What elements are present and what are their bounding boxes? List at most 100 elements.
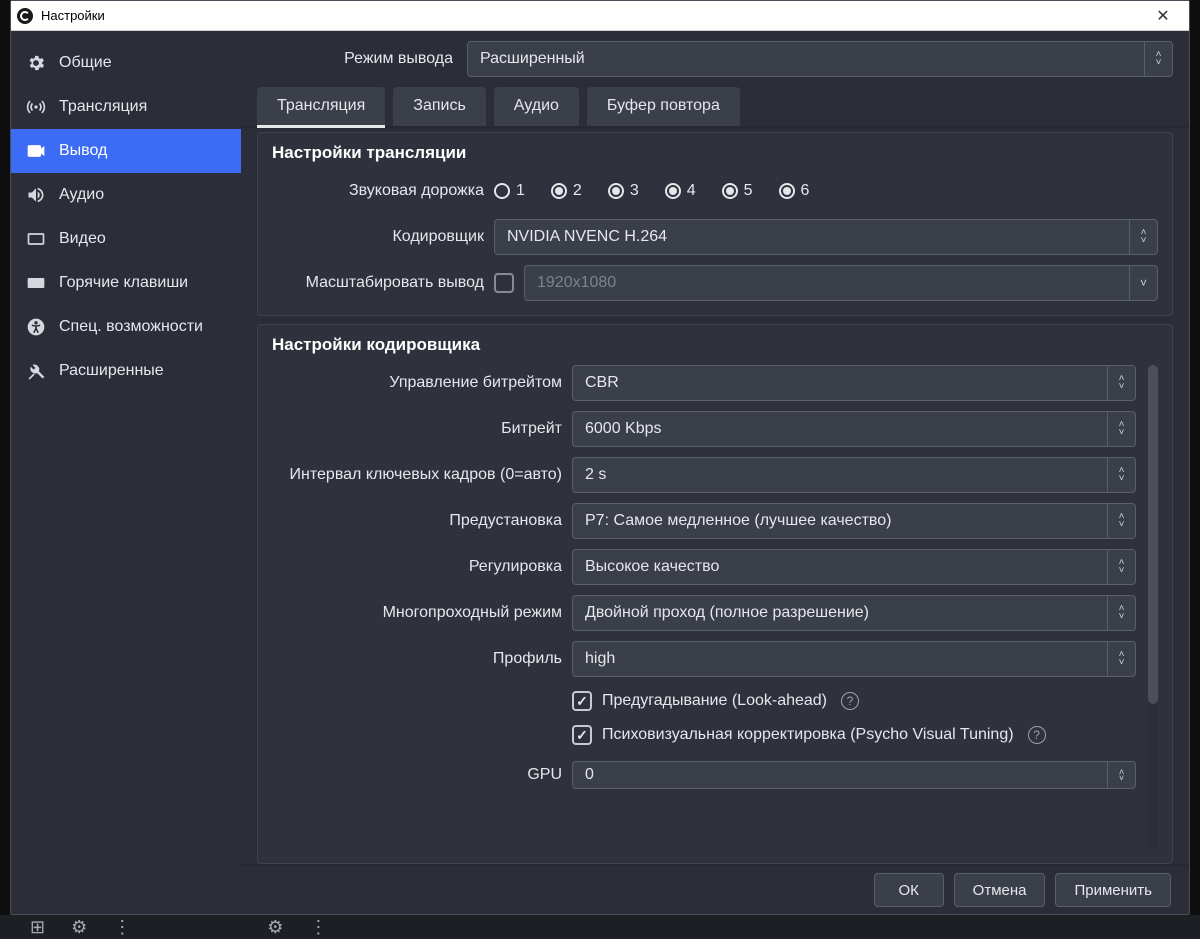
- sidebar-item-hotkeys[interactable]: Горячие клавиши: [11, 261, 241, 305]
- tab-streaming[interactable]: Трансляция: [257, 87, 385, 128]
- output-mode-label: Режим вывода: [257, 50, 467, 68]
- rate-control-select[interactable]: CBR ˄˅: [572, 365, 1136, 401]
- streaming-settings-group: Настройки трансляции Звуковая дорожка 1 …: [257, 132, 1173, 316]
- psycho-row: Психовизуальная корректировка (Psycho Vi…: [272, 721, 1136, 749]
- spinner-updown-icon: ˄˅: [1107, 458, 1135, 492]
- sidebar-item-label: Трансляция: [59, 98, 147, 116]
- rate-control-label: Управление битрейтом: [272, 374, 572, 392]
- gpu-row: GPU 0 ˄˅: [272, 757, 1136, 793]
- sidebar-item-label: Видео: [59, 230, 106, 248]
- video-icon: [25, 228, 47, 250]
- tuning-select[interactable]: Высокое качество ˄˅: [572, 549, 1136, 585]
- streaming-settings-title: Настройки трансляции: [272, 143, 1158, 163]
- bitrate-spinner[interactable]: 6000 Kbps ˄˅: [572, 411, 1136, 447]
- output-mode-value: Расширенный: [480, 50, 585, 68]
- spinner-updown-icon: ˄˅: [1107, 762, 1135, 788]
- rescale-row: Масштабировать вывод 1920x1080 ˅: [272, 265, 1158, 301]
- rescale-placeholder: 1920x1080: [537, 274, 616, 292]
- rescale-select[interactable]: 1920x1080 ˅: [524, 265, 1158, 301]
- cancel-button[interactable]: Отмена: [954, 873, 1046, 907]
- sidebar-item-stream[interactable]: Трансляция: [11, 85, 241, 129]
- encoder-settings-group: Настройки кодировщика Управление битрейт…: [257, 324, 1173, 864]
- profile-select[interactable]: high ˄˅: [572, 641, 1136, 677]
- output-tabs: Трансляция Запись Аудио Буфер повтора: [241, 83, 1189, 128]
- chevron-updown-icon: ˄˅: [1107, 642, 1135, 676]
- titlebar: Настройки ✕: [11, 1, 1189, 31]
- profile-label: Профиль: [272, 650, 572, 668]
- audio-track-3[interactable]: 3: [608, 182, 639, 200]
- sidebar: Общие Трансляция Вывод Аудио Видео Горяч…: [11, 31, 241, 914]
- settings-window: Настройки ✕ Общие Трансляция Вывод Аудио: [10, 0, 1190, 915]
- output-icon: [25, 140, 47, 162]
- gpu-label: GPU: [272, 766, 572, 784]
- multipass-label: Многопроходный режим: [272, 604, 572, 622]
- sidebar-item-label: Расширенные: [59, 362, 164, 380]
- output-mode-row: Режим вывода Расширенный ˄˅: [241, 31, 1189, 83]
- scroll-thumb[interactable]: [1148, 365, 1158, 704]
- sidebar-item-accessibility[interactable]: Спец. возможности: [11, 305, 241, 349]
- chevron-updown-icon: ˄˅: [1107, 504, 1135, 538]
- sidebar-item-general[interactable]: Общие: [11, 41, 241, 85]
- window-title: Настройки: [41, 8, 105, 23]
- encoder-scrollbar[interactable]: [1148, 365, 1158, 849]
- rescale-checkbox[interactable]: [494, 273, 514, 293]
- psycho-checkbox[interactable]: [572, 725, 592, 745]
- preset-select[interactable]: P7: Самое медленное (лучшее качество) ˄˅: [572, 503, 1136, 539]
- main-panel: Режим вывода Расширенный ˄˅ Трансляция З…: [241, 31, 1189, 914]
- spinner-updown-icon: ˄˅: [1107, 412, 1135, 446]
- keyboard-icon: [25, 272, 47, 294]
- chevron-updown-icon: ˄˅: [1107, 550, 1135, 584]
- bitrate-label: Битрейт: [272, 420, 572, 438]
- apply-button[interactable]: Применить: [1055, 873, 1171, 907]
- chevron-updown-icon: ˄˅: [1107, 596, 1135, 630]
- ok-button[interactable]: ОК: [874, 873, 944, 907]
- dialog-footer: ОК Отмена Применить: [241, 864, 1189, 914]
- preset-label: Предустановка: [272, 512, 572, 530]
- sidebar-item-advanced[interactable]: Расширенные: [11, 349, 241, 393]
- audio-track-4[interactable]: 4: [665, 182, 696, 200]
- audio-track-1[interactable]: 1: [494, 182, 525, 200]
- tuning-label: Регулировка: [272, 558, 572, 576]
- audio-track-6[interactable]: 6: [779, 182, 810, 200]
- close-button[interactable]: ✕: [1143, 1, 1183, 30]
- keyint-row: Интервал ключевых кадров (0=авто) 2 s ˄˅: [272, 457, 1136, 493]
- sidebar-item-audio[interactable]: Аудио: [11, 173, 241, 217]
- multipass-select[interactable]: Двойной проход (полное разрешение) ˄˅: [572, 595, 1136, 631]
- bottom-icon: ⋮: [309, 917, 327, 938]
- tools-icon: [25, 360, 47, 382]
- chevron-down-icon: ˅: [1129, 266, 1157, 300]
- audio-track-2[interactable]: 2: [551, 182, 582, 200]
- tuning-row: Регулировка Высокое качество ˄˅: [272, 549, 1136, 585]
- rate-control-row: Управление битрейтом CBR ˄˅: [272, 365, 1136, 401]
- bottom-icon: ⚙: [267, 917, 283, 938]
- gear-icon: [25, 52, 47, 74]
- tab-audio[interactable]: Аудио: [494, 87, 579, 126]
- help-icon[interactable]: [841, 692, 859, 710]
- tab-replay-buffer[interactable]: Буфер повтора: [587, 87, 740, 126]
- sidebar-item-label: Общие: [59, 54, 112, 72]
- sidebar-item-video[interactable]: Видео: [11, 217, 241, 261]
- background-toolbar: ⊞ ⚙ ⋮ ⚙ ⋮: [0, 915, 1200, 939]
- chevron-updown-icon: ˄˅: [1129, 220, 1157, 254]
- tab-recording[interactable]: Запись: [393, 87, 486, 126]
- app-icon: [17, 8, 33, 24]
- encoder-label: Кодировщик: [272, 228, 494, 246]
- keyint-spinner[interactable]: 2 s ˄˅: [572, 457, 1136, 493]
- sidebar-item-output[interactable]: Вывод: [11, 129, 241, 173]
- audio-track-5[interactable]: 5: [722, 182, 753, 200]
- output-mode-select[interactable]: Расширенный ˄˅: [467, 41, 1173, 77]
- profile-row: Профиль high ˄˅: [272, 641, 1136, 677]
- multipass-row: Многопроходный режим Двойной проход (пол…: [272, 595, 1136, 631]
- audio-track-label: Звуковая дорожка: [272, 182, 494, 200]
- encoder-settings-title: Настройки кодировщика: [272, 335, 1158, 355]
- help-icon[interactable]: [1028, 726, 1046, 744]
- preset-row: Предустановка P7: Самое медленное (лучше…: [272, 503, 1136, 539]
- bottom-icon: ⚙: [71, 917, 87, 938]
- sidebar-item-label: Спец. возможности: [59, 318, 203, 336]
- encoder-select[interactable]: NVIDIA NVENC H.264 ˄˅: [494, 219, 1158, 255]
- antenna-icon: [25, 96, 47, 118]
- lookahead-checkbox[interactable]: [572, 691, 592, 711]
- sidebar-item-label: Горячие клавиши: [59, 274, 188, 292]
- gpu-spinner[interactable]: 0 ˄˅: [572, 761, 1136, 789]
- audio-track-radios: 1 2 3 4 5 6: [494, 182, 1158, 200]
